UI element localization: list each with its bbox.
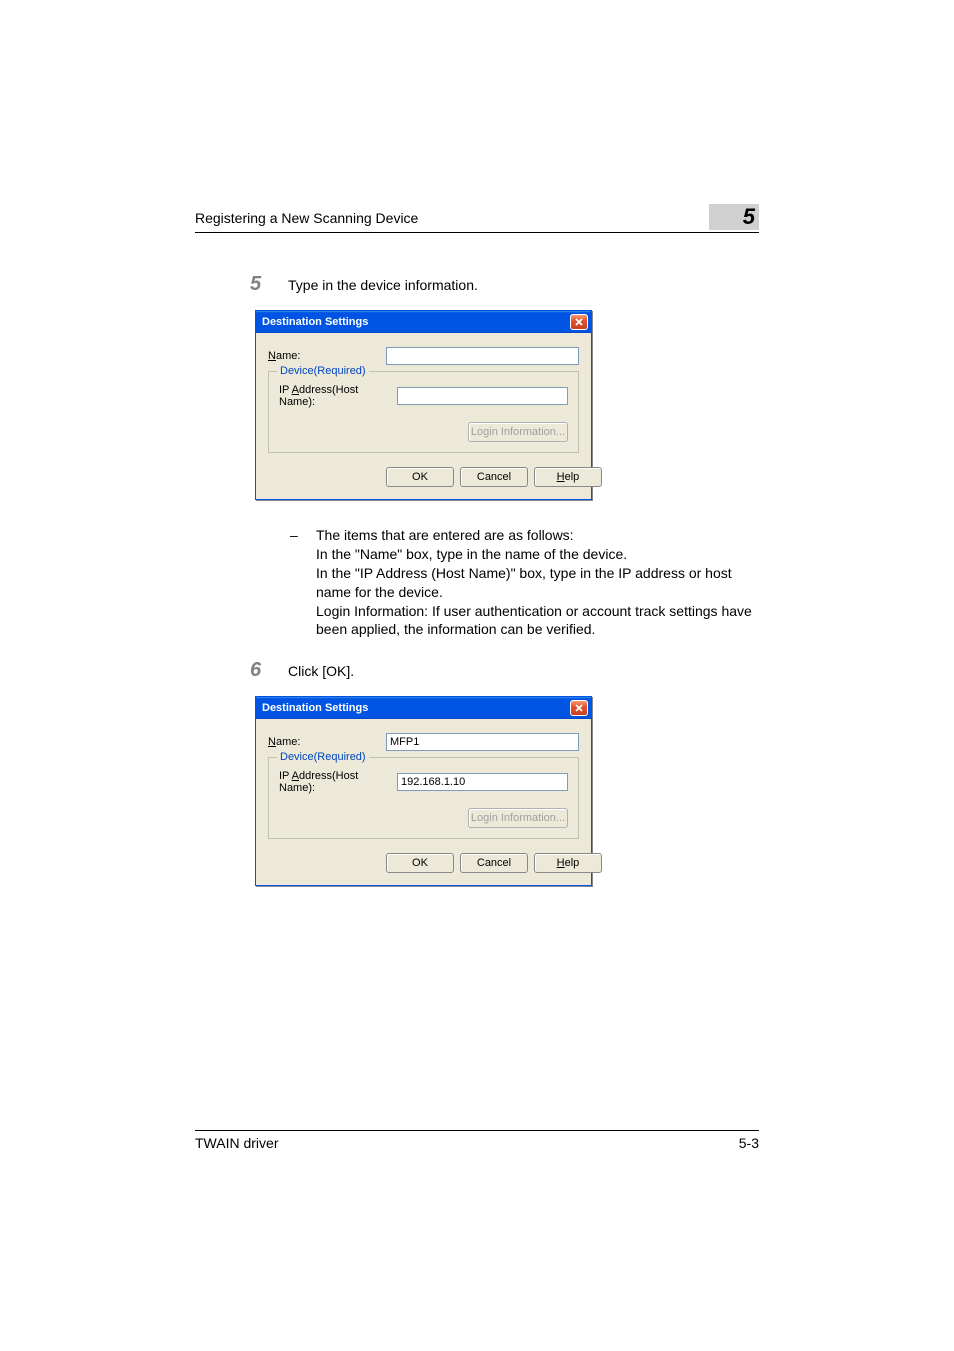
dialog-title: Destination Settings (262, 702, 368, 714)
ok-button[interactable]: OK (386, 853, 454, 873)
login-button-row: Login Information... (279, 422, 568, 442)
login-information-button[interactable]: Login Information... (468, 808, 568, 828)
fieldset-legend: Device(Required) (277, 365, 369, 377)
name-input[interactable] (386, 347, 579, 365)
ip-row: IP Address(Host Name): 192.168.1.10 (279, 770, 568, 794)
destination-settings-dialog-2: Destination Settings Name: MFP1 Device(R… (255, 696, 592, 886)
footer-row: TWAIN driver 5-3 (195, 1135, 759, 1151)
name-input[interactable]: MFP1 (386, 733, 579, 751)
list-subtext: Login Information: If user authenticatio… (316, 602, 759, 640)
chapter-number: 5 (743, 204, 755, 229)
login-button-row: Login Information... (279, 808, 568, 828)
chapter-number-box: 5 (709, 204, 759, 230)
close-icon (575, 704, 583, 712)
close-button[interactable] (570, 700, 588, 716)
page-footer: TWAIN driver 5-3 (195, 1130, 759, 1151)
destination-settings-dialog-1: Destination Settings Name: Device(Requir… (255, 310, 592, 500)
step-5: 5 Type in the device information. (250, 273, 759, 296)
header-rule (195, 232, 759, 233)
step-text: Click [OK]. (280, 663, 354, 679)
ip-input[interactable]: 192.168.1.10 (397, 773, 568, 791)
name-label: Name: (268, 350, 386, 362)
close-button[interactable] (570, 314, 588, 330)
list-text: The items that are entered are as follow… (316, 526, 759, 545)
list-subtext: In the "IP Address (Host Name)" box, typ… (316, 564, 759, 602)
name-label: Name: (268, 736, 386, 748)
dialog-body: Name: MFP1 Device(Required) IP Address(H… (256, 719, 591, 885)
ip-label: IP Address(Host Name): (279, 384, 397, 408)
dialog-button-row: OK Cancel Help (268, 853, 579, 873)
name-row: Name: MFP1 (268, 733, 579, 751)
cancel-button[interactable]: Cancel (460, 467, 528, 487)
dialog-title: Destination Settings (262, 316, 368, 328)
dialog-body: Name: Device(Required) IP Address(Host N… (256, 333, 591, 499)
ip-label: IP Address(Host Name): (279, 770, 397, 794)
list-item: – The items that are entered are as foll… (290, 526, 759, 545)
dialog-titlebar: Destination Settings (256, 311, 591, 333)
list-subtext: In the "Name" box, type in the name of t… (316, 545, 759, 564)
dialog-button-row: OK Cancel Help (268, 467, 579, 487)
step-number: 5 (250, 273, 280, 296)
step-6: 6 Click [OK]. (250, 659, 759, 682)
dash-icon: – (290, 526, 316, 545)
dialog-titlebar: Destination Settings (256, 697, 591, 719)
ok-button[interactable]: OK (386, 467, 454, 487)
ip-input[interactable] (397, 387, 568, 405)
fieldset-legend: Device(Required) (277, 751, 369, 763)
device-fieldset: Device(Required) IP Address(Host Name): … (268, 371, 579, 453)
step-number: 6 (250, 659, 280, 682)
description-list: – The items that are entered are as foll… (290, 526, 759, 639)
help-button[interactable]: Help (534, 467, 602, 487)
name-row: Name: (268, 347, 579, 365)
help-button[interactable]: Help (534, 853, 602, 873)
login-information-button[interactable]: Login Information... (468, 422, 568, 442)
step-text: Type in the device information. (280, 277, 478, 293)
footer-left: TWAIN driver (195, 1135, 278, 1151)
page-header: Registering a New Scanning Device 5 (195, 210, 759, 233)
footer-right: 5-3 (739, 1135, 759, 1151)
footer-rule (195, 1130, 759, 1131)
header-title: Registering a New Scanning Device (195, 210, 418, 226)
cancel-button[interactable]: Cancel (460, 853, 528, 873)
ip-row: IP Address(Host Name): (279, 384, 568, 408)
close-icon (575, 318, 583, 326)
device-fieldset: Device(Required) IP Address(Host Name): … (268, 757, 579, 839)
